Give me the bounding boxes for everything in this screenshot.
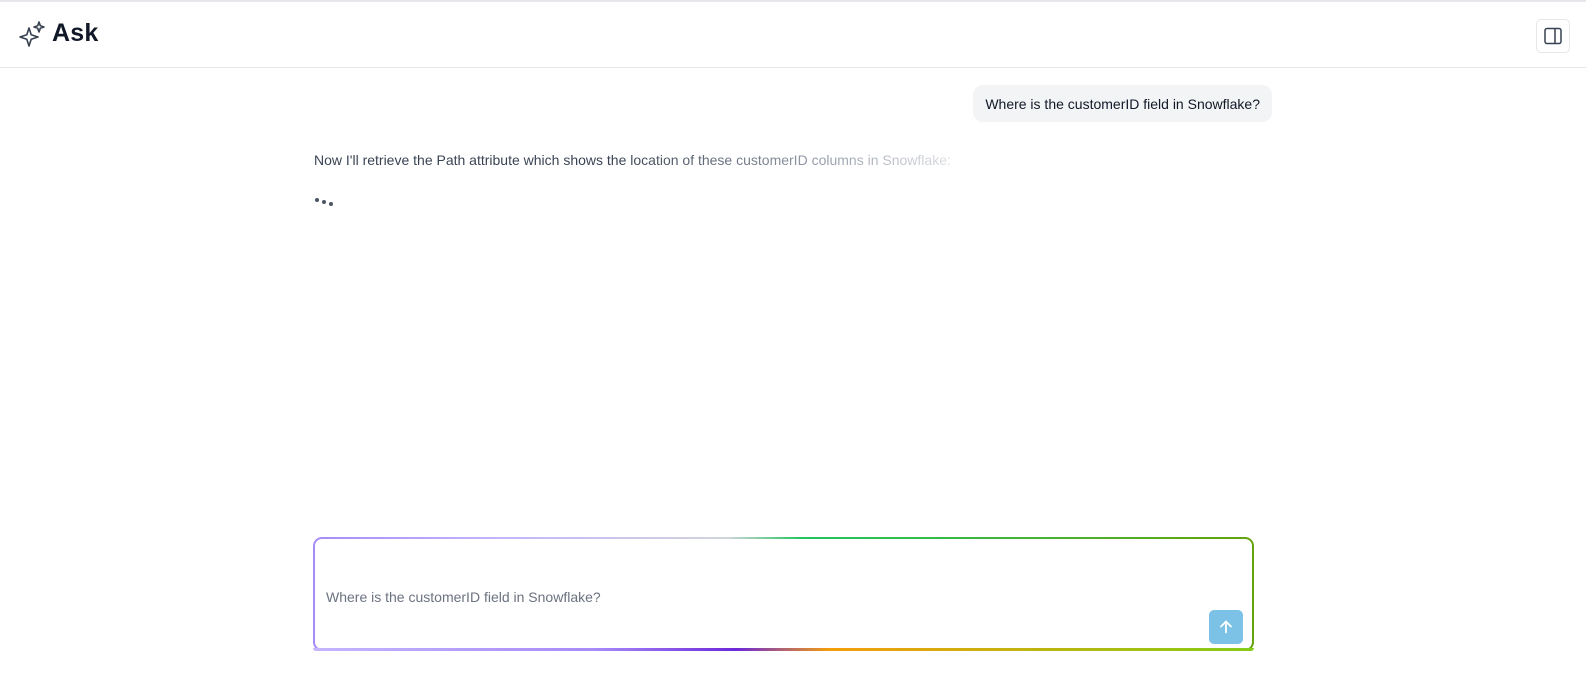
composer-inner: [315, 539, 1252, 649]
toggle-panel-button[interactable]: [1536, 19, 1570, 53]
sidebar-panel-icon: [1544, 27, 1562, 45]
arrow-up-icon: [1220, 620, 1232, 634]
typing-dot: [315, 198, 319, 202]
page-title: Ask: [52, 19, 99, 47]
send-button[interactable]: [1209, 610, 1243, 644]
message-input[interactable]: [326, 585, 1186, 609]
app-header: Ask: [0, 2, 1586, 68]
assistant-message: Now I'll retrieve the Path attribute whi…: [314, 152, 951, 168]
ask-app: Ask Where is the customerID field in Sno…: [0, 0, 1586, 675]
user-message-bubble: Where is the customerID field in Snowfla…: [973, 85, 1272, 122]
composer-gradient-edge: [313, 648, 1254, 651]
typing-dot: [329, 202, 333, 206]
composer: [313, 537, 1254, 651]
sparkles-icon: [19, 20, 45, 47]
typing-dot: [322, 200, 326, 204]
brand: Ask: [18, 19, 98, 48]
typing-dots-icon: [314, 196, 338, 208]
